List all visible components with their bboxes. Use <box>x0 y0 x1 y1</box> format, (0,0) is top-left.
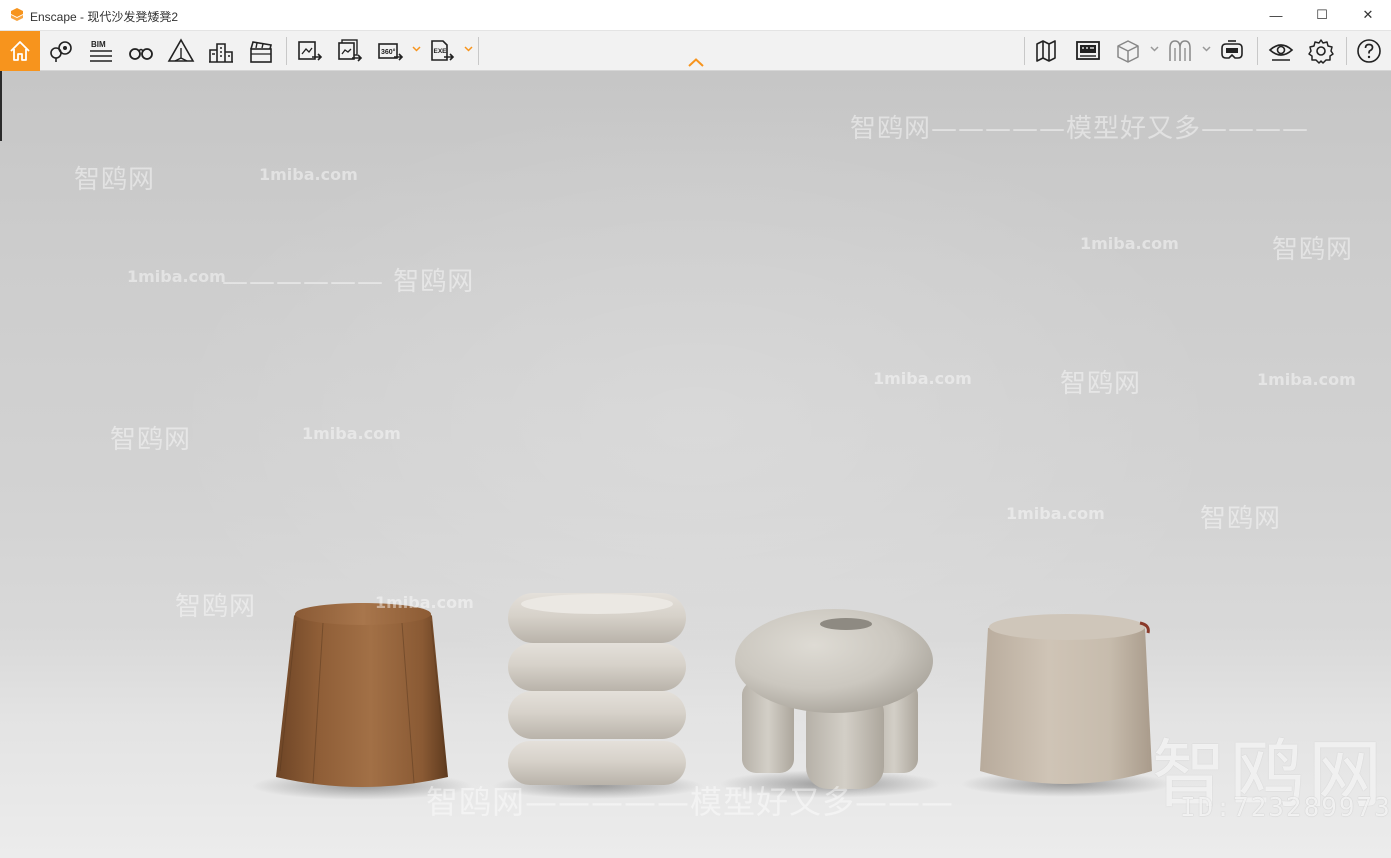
clapper-icon <box>250 41 272 63</box>
material-editor-button[interactable] <box>1163 35 1197 67</box>
linen-stool <box>980 614 1152 784</box>
binoculars-icon <box>129 48 153 60</box>
site-context-button[interactable] <box>204 35 238 67</box>
view-cube-dropdown[interactable] <box>1149 41 1159 57</box>
boucle-stool <box>735 609 933 789</box>
watermark-site: 1miba.com <box>1257 370 1356 389</box>
asset-library-icon <box>1076 41 1100 60</box>
exe-export-icon: EXE <box>431 40 455 61</box>
watermark-site: 1miba.com <box>375 593 474 612</box>
watermark-site: 1miba.com <box>259 165 358 184</box>
help-icon <box>1357 39 1381 63</box>
exe-label: EXE <box>434 48 448 55</box>
render-image-button[interactable] <box>293 35 327 67</box>
watermark-brand: 智鸥网 <box>1272 235 1354 265</box>
home-icon <box>10 41 30 61</box>
vr-headset-button[interactable] <box>1215 35 1249 67</box>
view-cube-button[interactable] <box>1111 35 1145 67</box>
chevron-down-icon <box>1149 46 1159 52</box>
screenshot-export-icon <box>298 41 323 61</box>
chevron-up-icon <box>688 57 704 67</box>
watermark-slogan: 智鸥网—————模型好又多——— <box>426 783 955 821</box>
watermark-text: 智鸥网—————模型好又多———— <box>850 114 1310 144</box>
export-dropdown[interactable] <box>463 41 473 57</box>
video-editor-button[interactable] <box>244 35 278 67</box>
visual-settings-button[interactable] <box>1264 35 1298 67</box>
watermark-site: 1miba.com <box>1006 504 1105 523</box>
perspective-button[interactable] <box>164 35 198 67</box>
material-editor-dropdown[interactable] <box>1201 41 1211 57</box>
collapse-toolbar-button[interactable] <box>686 55 706 69</box>
views-button[interactable] <box>44 35 78 67</box>
watermark-site: 1miba.com <box>302 424 401 443</box>
ring-stool <box>508 593 686 785</box>
chevron-down-icon <box>1201 46 1211 52</box>
watermark-id: ID:723289973 <box>1180 793 1391 823</box>
panorama-button[interactable]: 360° <box>373 35 407 67</box>
panorama-dropdown[interactable] <box>411 41 421 57</box>
chevron-down-icon <box>463 46 473 52</box>
watermark-brand: 智鸥网 <box>74 165 156 195</box>
batch-render-icon <box>338 39 363 62</box>
settings-icon <box>1308 39 1334 64</box>
panorama-label: 360° <box>381 48 396 56</box>
asset-library-button[interactable] <box>1071 35 1105 67</box>
enscape-logo-icon <box>11 8 23 21</box>
watermark-brand: —————— 智鸥网 <box>222 267 475 297</box>
bim-button[interactable]: BIM <box>84 35 118 67</box>
watermark-site: 1miba.com <box>873 369 972 388</box>
window-title: Enscape - 现代沙发凳矮凳2 <box>30 10 179 24</box>
perspective-icon <box>167 38 195 62</box>
visual-settings-icon <box>1268 44 1294 61</box>
bim-icon: BIM <box>90 40 112 62</box>
maximize-icon: ☐ <box>1316 7 1328 22</box>
maximize-button[interactable]: ☐ <box>1299 0 1345 30</box>
render-viewport[interactable]: 智鸥网—————模型好又多———— 智鸥网 1miba.com 1miba.co… <box>0 71 1391 858</box>
material-editor-icon <box>1169 40 1191 61</box>
watermark-site: 1miba.com <box>1080 234 1179 253</box>
home-button[interactable] <box>0 31 40 71</box>
watermark-site: 1miba.com <box>127 267 226 286</box>
chevron-down-icon <box>411 46 421 52</box>
batch-render-button[interactable] <box>333 35 367 67</box>
close-icon: ✕ <box>1362 7 1374 22</box>
settings-button[interactable] <box>1304 35 1338 67</box>
export-exe-button[interactable]: EXE <box>425 35 459 67</box>
title-bar: Enscape - 现代沙发凳矮凳2 — ☐ ✕ <box>0 0 1391 31</box>
watermark-brand: 智鸥网 <box>110 425 192 455</box>
location-icon <box>50 41 72 62</box>
leather-stool <box>276 603 448 787</box>
buildings-icon <box>209 43 233 63</box>
enscape-toolbar: BIM 360° EXE <box>0 31 1391 71</box>
watermark-brand: 智鸥网 <box>1060 369 1142 399</box>
help-button[interactable] <box>1352 35 1386 67</box>
vr-headset-icon <box>1221 40 1243 59</box>
map-button[interactable] <box>1031 35 1065 67</box>
close-button[interactable]: ✕ <box>1345 0 1391 30</box>
minimize-icon: — <box>1269 7 1283 23</box>
panorama-360-icon: 360° <box>378 43 404 61</box>
watermark-brand: 智鸥网 <box>175 592 257 622</box>
watermark-brand: 智鸥网 <box>1200 504 1282 534</box>
view-cube-icon <box>1117 40 1139 63</box>
bim-label: BIM <box>91 40 106 49</box>
walk-mode-button[interactable] <box>124 35 158 67</box>
minimize-button[interactable]: — <box>1253 0 1299 30</box>
map-icon <box>1036 40 1056 62</box>
